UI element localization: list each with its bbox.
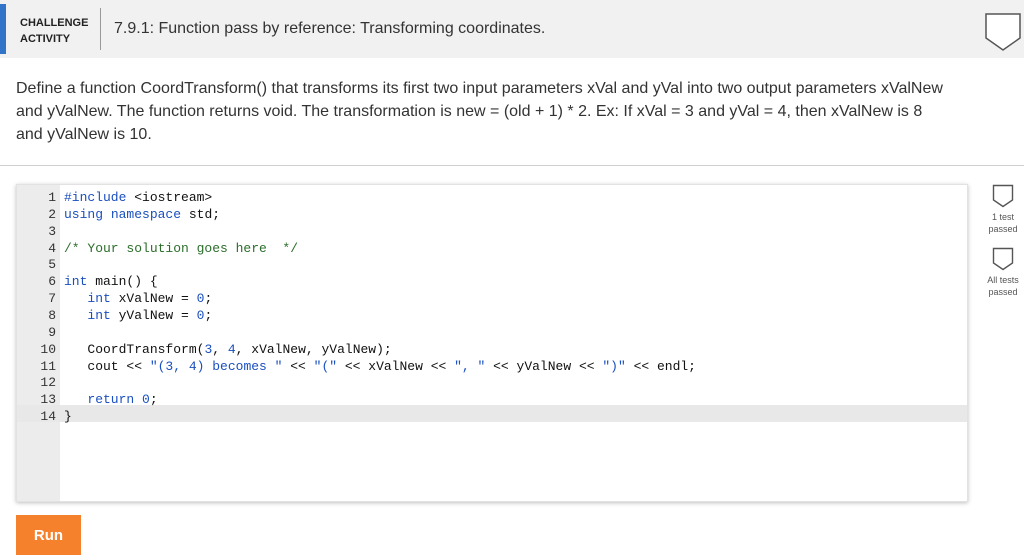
badge-line-2: ACTIVITY (20, 33, 71, 45)
code-line[interactable]: 14} (17, 408, 967, 425)
line-number: 10 (40, 341, 56, 357)
test-status-label: 1 test passed (988, 212, 1018, 234)
test-status-panel: 1 test passed All tests passed (982, 184, 1024, 298)
line-number: 6 (48, 274, 56, 290)
code-text[interactable]: int xValNew = 0; (64, 290, 212, 307)
code-line[interactable]: 5 (17, 256, 967, 273)
code-line[interactable]: 4 /* Your solution goes here */ (17, 240, 967, 257)
code-line[interactable]: 13 return 0; (17, 391, 967, 408)
code-line[interactable]: 10 CoordTransform(3, 4, xValNew, yValNew… (17, 341, 967, 358)
line-number: 11 (40, 358, 56, 374)
line-number: 2 (48, 206, 56, 222)
code-text[interactable]: int yValNew = 0; (64, 307, 212, 324)
code-line[interactable]: 2 using namespace std; (17, 206, 967, 223)
code-text[interactable]: return 0; (64, 391, 157, 408)
code-text[interactable]: cout << "(3, 4) becomes " << "(" << xVal… (64, 358, 696, 375)
header-divider (100, 8, 101, 50)
code-line[interactable]: 9 (17, 324, 967, 341)
line-number: 3 (48, 223, 56, 239)
line-number: 12 (40, 375, 56, 391)
shield-outline-icon (992, 184, 1014, 208)
code-text[interactable]: CoordTransform(3, 4, xValNew, yValNew); (64, 341, 391, 358)
shield-outline-icon (992, 247, 1014, 271)
code-text[interactable]: } (64, 408, 72, 425)
run-button[interactable]: Run (16, 515, 81, 555)
challenge-header: CHALLENGE ACTIVITY 7.9.1: Function pass … (0, 0, 1024, 58)
problem-description: Define a function CoordTransform() that … (16, 80, 943, 143)
code-line[interactable]: 1 #include <iostream> (17, 189, 967, 206)
section-divider (0, 165, 1024, 166)
code-text[interactable]: /* Your solution goes here */ (64, 240, 298, 257)
code-editor[interactable]: 1 #include <iostream> 2 using namespace std… (16, 184, 968, 502)
code-line[interactable]: 6 int main() { (17, 273, 967, 290)
line-number: 1 (48, 190, 56, 205)
code-text[interactable]: using namespace std; (64, 206, 220, 223)
header-accent-bar (0, 4, 6, 54)
line-number: 4 (48, 240, 56, 256)
code-line[interactable]: 8 int yValNew = 0; (17, 307, 967, 324)
challenge-activity-badge: CHALLENGE ACTIVITY (14, 10, 99, 50)
line-number: 14 (40, 409, 56, 425)
badge-line-1: CHALLENGE (20, 17, 89, 29)
code-line[interactable]: 3 (17, 223, 967, 240)
code-line[interactable]: 7 int xValNew = 0; (17, 290, 967, 307)
line-number: 9 (48, 324, 56, 340)
shield-outline-icon (985, 13, 1021, 51)
code-line[interactable]: 12 (17, 374, 967, 391)
line-number: 5 (48, 257, 56, 273)
activity-title: 7.9.1: Function pass by reference: Trans… (114, 20, 546, 37)
line-number: 7 (48, 291, 56, 307)
test-status-label: All tests passed (987, 275, 1019, 297)
code-text[interactable]: #include <iostream> (64, 189, 212, 206)
code-line[interactable]: 11 cout << "(3, 4) becomes " << "(" << x… (17, 358, 967, 375)
line-number: 13 (40, 392, 56, 408)
line-number: 8 (48, 307, 56, 323)
code-text[interactable]: int main() { (64, 273, 158, 290)
